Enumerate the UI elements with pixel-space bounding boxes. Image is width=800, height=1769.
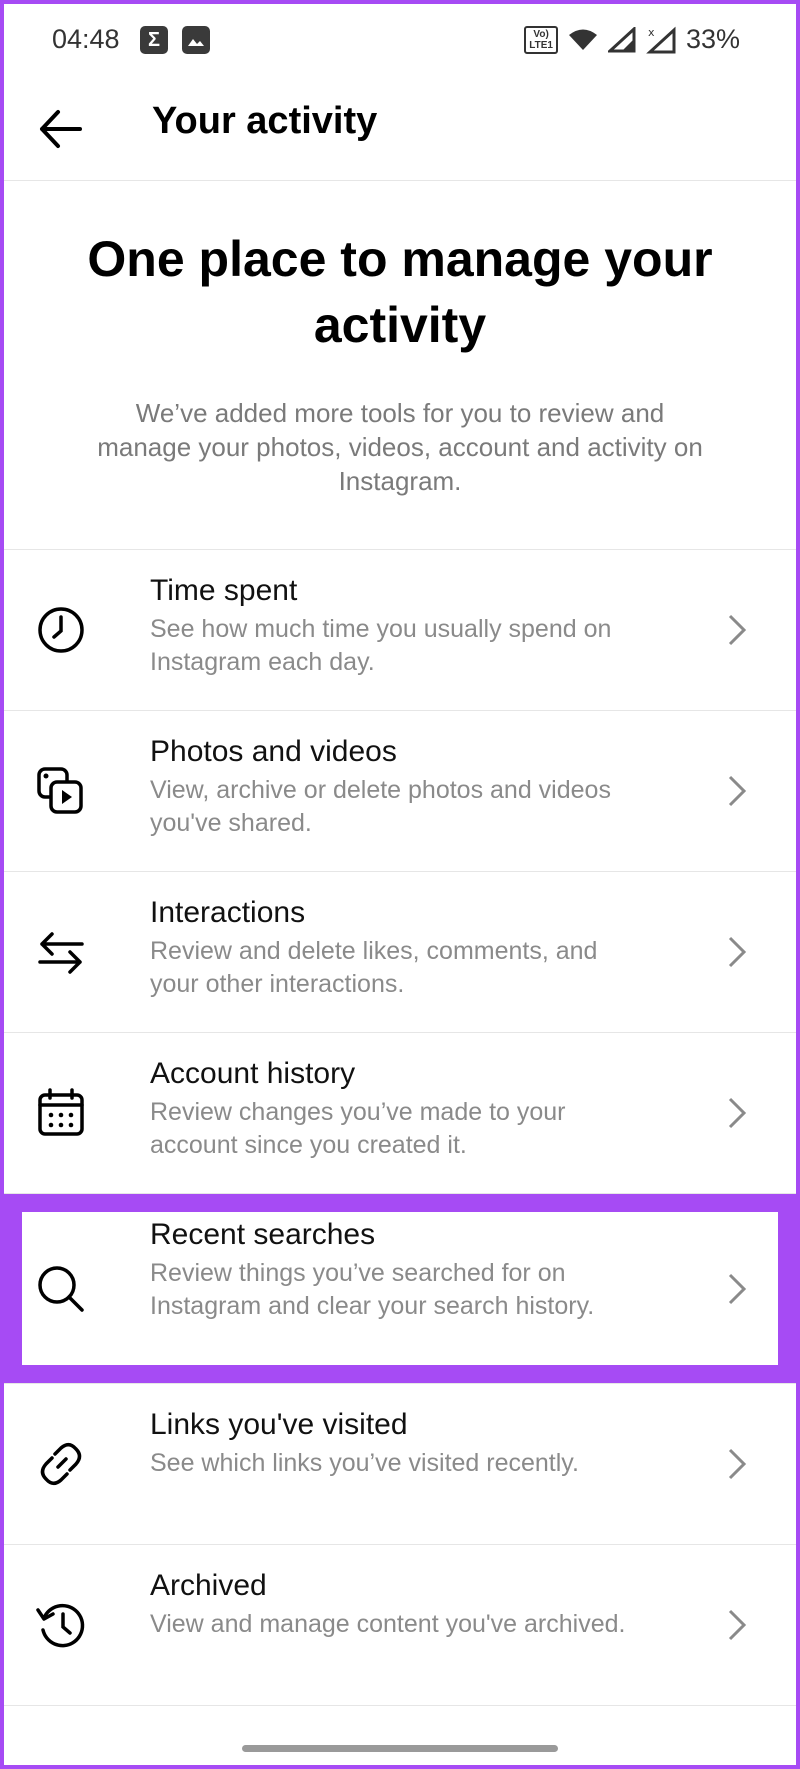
menu-item-label: Photos and videos — [150, 735, 397, 768]
menu-item-description: View, archive or delete photos and video… — [150, 776, 611, 837]
image-notification-icon — [182, 26, 210, 54]
menu-item-time-spent[interactable]: Time spent See how much time you usually… — [4, 550, 796, 711]
menu-item-account-history[interactable]: Account history Review changes you’ve ma… — [4, 1033, 796, 1194]
volte-icon: Vo) LTE1 — [524, 25, 558, 54]
chevron-right-icon — [728, 775, 747, 807]
chevron-right-icon — [728, 936, 747, 968]
chevron-right-icon — [728, 1448, 747, 1480]
menu-item-recent-searches[interactable]: Recent searches Review things you’ve sea… — [4, 1194, 796, 1384]
wifi-icon — [568, 29, 597, 50]
status-bar: 04:48 Σ Vo) LTE1 x 33% — [4, 4, 796, 76]
chevron-right-icon — [728, 614, 747, 646]
calendar-icon — [38, 1088, 84, 1136]
search-icon — [38, 1265, 84, 1312]
menu-item-interactions[interactable]: Interactions Review and delete likes, co… — [4, 872, 796, 1033]
link-icon — [40, 1443, 82, 1485]
menu-item-description: See which links you’ve visited recently. — [150, 1449, 579, 1477]
archive-history-icon — [36, 1603, 85, 1648]
photos-videos-icon — [37, 767, 83, 814]
page-title: Your activity — [152, 100, 378, 142]
menu-item-links-visited[interactable]: Links you've visited See which links you… — [4, 1384, 796, 1545]
app-header: Your activity — [4, 76, 796, 181]
back-arrow-icon[interactable] — [34, 102, 88, 156]
menu-item-label: Account history — [150, 1057, 356, 1090]
signal-no-data-icon: x — [646, 26, 676, 53]
status-time: 04:48 — [52, 24, 120, 54]
menu-item-description: Review things you’ve searched for on Ins… — [150, 1259, 595, 1320]
hero-subtitle: We’ve added more tools for you to review… — [97, 398, 703, 496]
menu-item-label: Links you've visited — [150, 1408, 408, 1441]
menu-item-label: Interactions — [150, 896, 306, 929]
menu-item-description: Review and delete likes, comments, and y… — [150, 937, 598, 998]
clock-icon — [38, 607, 84, 653]
menu-item-description: See how much time you usually spend on I… — [150, 615, 612, 676]
chevron-right-icon — [728, 1609, 747, 1641]
svg-text:x: x — [648, 26, 655, 39]
menu-item-description: Review changes you’ve made to your accou… — [150, 1098, 566, 1159]
menu-item-photos-videos[interactable]: Photos and videos View, archive or delet… — [4, 711, 796, 872]
home-indicator[interactable] — [242, 1745, 558, 1752]
battery-level: 33% — [685, 24, 740, 54]
chevron-right-icon — [728, 1273, 747, 1304]
sigma-notification-icon: Σ — [140, 26, 168, 54]
activity-menu: Time spent See how much time you usually… — [4, 549, 796, 1706]
hero-title: One place to manage your activity — [87, 231, 713, 353]
screen: 04:48 Σ Vo) LTE1 x 33% Your activity One … — [4, 4, 796, 1765]
chevron-right-icon — [728, 1097, 747, 1129]
signal-icon — [607, 26, 636, 52]
menu-item-label: Recent searches — [150, 1218, 376, 1251]
menu-item-description: View and manage content you've archived. — [150, 1610, 626, 1638]
menu-item-label: Time spent — [150, 574, 298, 607]
menu-item-label: Archived — [150, 1569, 267, 1602]
interactions-arrows-icon — [38, 932, 84, 974]
menu-item-archived[interactable]: Archived View and manage content you've … — [4, 1545, 796, 1706]
